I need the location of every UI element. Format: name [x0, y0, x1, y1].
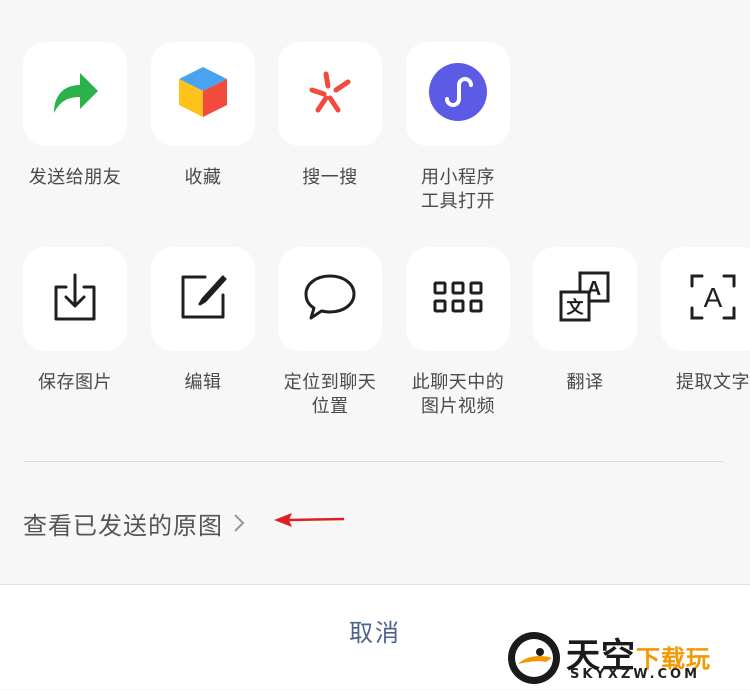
download-icon — [53, 273, 97, 325]
tile[interactable] — [278, 247, 382, 351]
mini-program-icon — [429, 63, 487, 125]
share-option-label: 编辑 — [184, 372, 222, 393]
tile[interactable] — [278, 42, 382, 146]
share-favorite[interactable]: 收藏 — [151, 42, 255, 190]
view-original-label: 查看已发送的原图 — [23, 511, 223, 540]
share-option-label: 提取文字 — [676, 372, 750, 393]
chat-bubble-icon — [303, 273, 357, 325]
red-arrow-annotation — [274, 511, 346, 533]
svg-text:文: 文 — [567, 297, 585, 318]
share-save-image[interactable]: 保存图片 — [23, 247, 127, 395]
divider — [23, 461, 723, 462]
site-watermark: 天空下载玩 SKYXZW.COM — [500, 627, 750, 688]
view-original-image-link[interactable]: 查看已发送的原图 — [23, 503, 245, 543]
tile[interactable] — [151, 42, 255, 146]
tile[interactable] — [23, 247, 127, 351]
share-chat-media[interactable]: 此聊天中的 图片视频 — [406, 247, 510, 419]
share-option-label: 此聊天中的 图片视频 — [411, 372, 505, 417]
share-sheet: 发送给朋友 收藏 搜一搜 用小程序 工具打开 保存图片 编辑 定位到聊天 位置 … — [0, 0, 750, 583]
share-option-label: 收藏 — [184, 167, 222, 188]
search-star-icon — [306, 68, 354, 120]
share-open-mini-program[interactable]: 用小程序 工具打开 — [406, 42, 510, 214]
watermark-logo-icon — [506, 630, 562, 690]
share-locate-in-chat[interactable]: 定位到聊天 位置 — [278, 247, 382, 419]
share-extract-text[interactable]: A 提取文字 — [661, 247, 750, 395]
share-option-label: 搜一搜 — [302, 167, 358, 188]
share-option-label: 定位到聊天 位置 — [283, 372, 377, 417]
share-send-to-friend[interactable]: 发送给朋友 — [23, 42, 127, 190]
svg-text:A: A — [704, 282, 723, 313]
grid-icon — [433, 281, 483, 317]
share-option-label: 发送给朋友 — [28, 167, 122, 188]
share-option-label: 翻译 — [566, 372, 604, 393]
chevron-right-icon — [233, 513, 245, 533]
tile[interactable]: A — [661, 247, 750, 351]
tile[interactable]: A 文 — [533, 247, 637, 351]
forward-arrow-icon — [50, 69, 100, 119]
share-edit[interactable]: 编辑 — [151, 247, 255, 395]
favorites-cube-icon — [177, 65, 229, 123]
tile[interactable] — [406, 247, 510, 351]
tile[interactable] — [151, 247, 255, 351]
share-translate[interactable]: A 文 翻译 — [533, 247, 637, 395]
share-option-label: 用小程序 工具打开 — [421, 167, 495, 212]
share-search[interactable]: 搜一搜 — [278, 42, 382, 190]
tile[interactable] — [23, 42, 127, 146]
edit-pen-icon — [179, 273, 227, 325]
tile[interactable] — [406, 42, 510, 146]
share-option-label: 保存图片 — [38, 372, 112, 393]
translate-icon: A 文 — [558, 271, 612, 327]
text-scan-icon: A — [689, 273, 737, 325]
watermark-url: SKYXZW.COM — [570, 667, 701, 682]
